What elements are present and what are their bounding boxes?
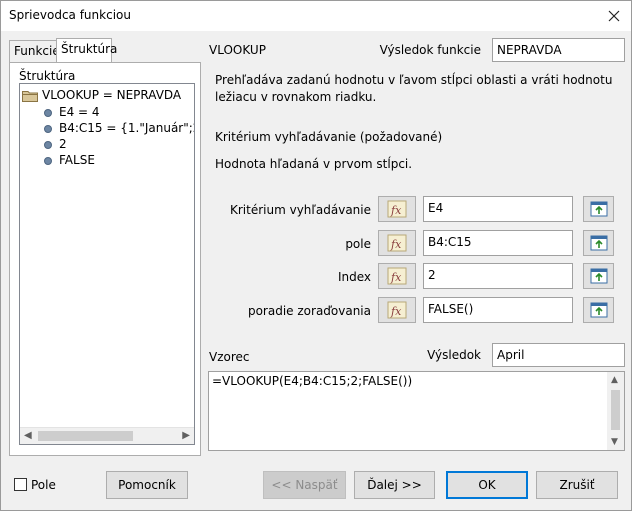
tree-item-root[interactable]: VLOOKUP = NEPRAVDA [22, 88, 181, 104]
function-icon: fx [387, 234, 407, 252]
title-bar: Sprievodca funkciou [1, 1, 631, 31]
scrollbar-thumb[interactable] [38, 431, 133, 441]
array-checkbox[interactable] [14, 478, 27, 491]
pick-button-sort-order[interactable] [583, 297, 614, 323]
formula-editor[interactable]: =VLOOKUP(E4;B4:C15;2;FALSE()) ▲ ▼ [208, 371, 625, 451]
scroll-right-icon[interactable]: ▶ [182, 430, 190, 441]
svg-text:fx: fx [390, 271, 402, 284]
pick-button-lookup-value[interactable] [583, 196, 614, 222]
arg-input-index[interactable]: 2 [423, 263, 573, 289]
arg-label-array: pole [345, 237, 371, 251]
function-icon: fx [387, 200, 407, 218]
tree-item-label: E4 = 4 [59, 105, 100, 119]
shrink-icon [590, 235, 607, 251]
close-button[interactable] [603, 5, 625, 27]
formula-result-field[interactable]: April [492, 343, 625, 367]
function-icon: fx [387, 267, 407, 285]
arg-label-lookup-value: Kritérium vyhľadávanie [229, 203, 371, 217]
function-description: Prehľadáva zadanú hodnotu v ľavom stĺpci… [215, 73, 613, 104]
tree-item-label: FALSE [59, 153, 95, 167]
function-result-label: Výsledok funkcie [379, 43, 481, 57]
tree-item[interactable]: B4:C15 = {1."Január";2."Fe [44, 121, 194, 137]
parameter-description: Hodnota hľadaná v prvom stĺpci. [215, 157, 413, 171]
bullet-icon [44, 124, 52, 133]
ok-button[interactable]: OK [446, 471, 528, 499]
arg-input-array[interactable]: B4:C15 [423, 230, 573, 256]
svg-text:fx: fx [390, 305, 402, 318]
fx-button-array[interactable]: fx [378, 230, 416, 256]
scroll-down-icon[interactable]: ▼ [611, 437, 618, 447]
tab-structure[interactable]: Štruktúra [56, 38, 117, 62]
next-button[interactable]: Ďalej >> [354, 471, 435, 499]
pick-button-index[interactable] [583, 263, 614, 289]
formula-text: =VLOOKUP(E4;B4:C15;2;FALSE()) [212, 374, 413, 388]
fx-button-lookup-value[interactable]: fx [378, 196, 416, 222]
fx-button-sort-order[interactable]: fx [378, 297, 416, 323]
cancel-button[interactable]: Zrušiť [536, 471, 618, 499]
fx-button-index[interactable]: fx [378, 263, 416, 289]
array-checkbox-label[interactable]: Pole [31, 478, 56, 492]
bullet-icon [44, 156, 52, 165]
svg-text:fx: fx [390, 204, 402, 217]
function-icon: fx [387, 301, 407, 319]
tree-item[interactable]: E4 = 4 [44, 105, 100, 121]
arg-input-sort-order[interactable]: FALSE() [423, 297, 573, 323]
bullet-icon [44, 140, 52, 149]
function-result-field[interactable]: NEPRAVDA [492, 38, 625, 62]
bullet-icon [44, 108, 52, 117]
structure-tree[interactable]: VLOOKUP = NEPRAVDA E4 = 4 B4:C15 = {1."J… [19, 83, 195, 445]
structure-label: Štruktúra [19, 69, 76, 83]
arg-label-index: Index [337, 270, 371, 284]
formula-result-label: Výsledok [427, 348, 481, 362]
arg-input-lookup-value[interactable]: E4 [423, 196, 573, 222]
close-icon [608, 10, 620, 22]
window-title: Sprievodca funkciou [9, 8, 131, 22]
tree-item[interactable]: FALSE [44, 153, 95, 169]
formula-label: Vzorec [209, 350, 250, 364]
horizontal-scrollbar[interactable]: ◀ ▶ [20, 427, 194, 444]
scrollbar-thumb[interactable] [611, 390, 620, 430]
tab-functions[interactable]: Funkcie [9, 40, 60, 62]
svg-text:fx: fx [390, 238, 402, 251]
back-button[interactable]: << Naspäť [263, 471, 346, 499]
pick-button-array[interactable] [583, 230, 614, 256]
parameter-title: Kritérium vyhľadávanie (požadované) [215, 130, 443, 144]
help-button[interactable]: Pomocník [106, 471, 188, 499]
tree-item[interactable]: 2 [44, 137, 67, 153]
scroll-left-icon[interactable]: ◀ [24, 430, 32, 441]
function-wizard-dialog: Sprievodca funkciou Funkcie Štruktúra Št… [0, 0, 632, 511]
tree-item-root-label: VLOOKUP = NEPRAVDA [42, 88, 182, 102]
tree-item-label: 2 [59, 137, 67, 151]
folder-icon [22, 90, 38, 102]
shrink-icon [590, 201, 607, 217]
vertical-scrollbar[interactable]: ▲ ▼ [607, 372, 624, 450]
shrink-icon [590, 268, 607, 284]
structure-panel: Štruktúra VLOOKUP = NEPRAVDA E4 = 4 B4:C… [9, 62, 201, 456]
function-name: VLOOKUP [209, 43, 266, 57]
arg-label-sort-order: poradie zoraďovania [247, 304, 371, 318]
scroll-up-icon[interactable]: ▲ [611, 375, 618, 385]
shrink-icon [590, 302, 607, 318]
tree-item-label: B4:C15 = {1."Január";2."Fe [59, 121, 194, 135]
